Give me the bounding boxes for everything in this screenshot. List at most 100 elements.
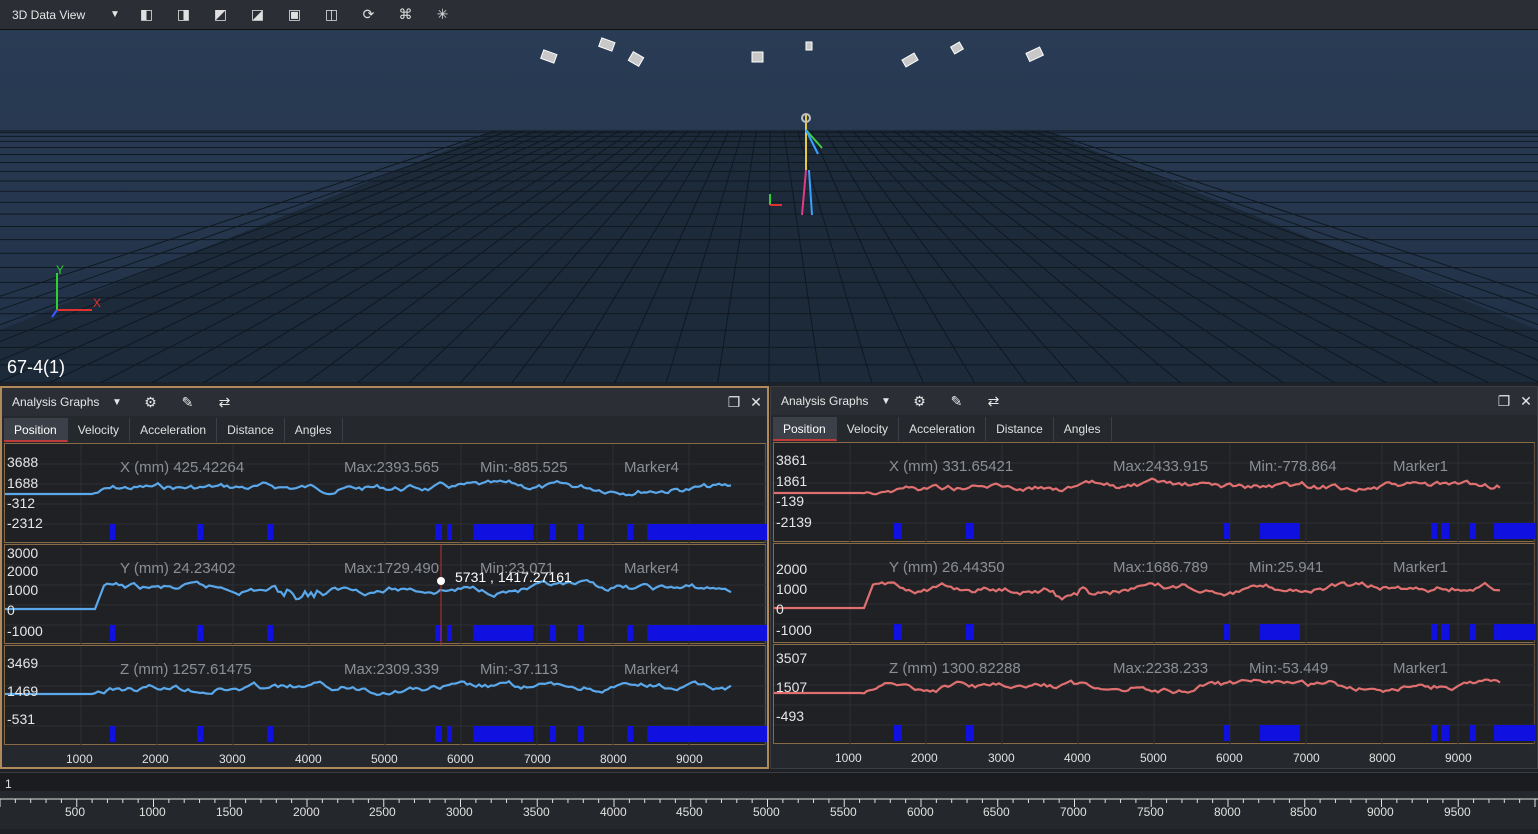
cameras-icon[interactable]: ⌘	[387, 0, 424, 30]
chevron-down-icon[interactable]: ▼	[112, 397, 132, 408]
gap-bar	[578, 625, 584, 641]
tab-position[interactable]: Position	[4, 418, 68, 442]
reset-view-icon[interactable]: ⟳	[350, 0, 387, 30]
y-tick: 1861	[776, 473, 807, 489]
graph-x[interactable]: X (mm) 331.65421 Max:2433.915 Min:-778.8…	[773, 442, 1535, 542]
timeline-tick: 8500	[1290, 805, 1317, 819]
y-tick: 3861	[776, 452, 807, 468]
3d-viewport[interactable]: Y X 67-4(1)	[0, 30, 1538, 383]
settings-gear-icon[interactable]: ⚙	[901, 393, 938, 410]
gap-bar	[1260, 523, 1300, 539]
camera-icon	[806, 42, 812, 50]
x-tick: 3000	[988, 751, 1015, 765]
x-tick: 9000	[676, 752, 703, 766]
y-tick: 1507	[776, 679, 807, 695]
timeline-tick: 7500	[1137, 805, 1164, 819]
y-tick: -139	[776, 493, 804, 509]
gap-bar	[197, 726, 203, 742]
y-tick: -2312	[7, 515, 43, 531]
tab-velocity[interactable]: Velocity	[837, 417, 899, 441]
cube-left-icon[interactable]: ▣	[276, 0, 313, 30]
x-tick: 6000	[1216, 751, 1243, 765]
undock-icon[interactable]: ❐	[723, 394, 745, 411]
y-tick: -493	[776, 708, 804, 724]
gap-bar	[550, 726, 556, 742]
gap-bar	[578, 524, 584, 540]
x-tick: 4000	[295, 752, 322, 766]
timeline-tick: 1500	[216, 805, 243, 819]
cube-side-icon[interactable]: ◨	[165, 0, 202, 30]
edit-pen-icon[interactable]: ✎	[169, 394, 206, 411]
cube-back-icon[interactable]: ◫	[313, 0, 350, 30]
gap-bar	[473, 726, 533, 742]
tab-velocity[interactable]: Velocity	[68, 418, 130, 442]
tab-angles[interactable]: Angles	[1054, 417, 1112, 441]
close-icon[interactable]: ✕	[1515, 393, 1537, 410]
gap-bar	[578, 726, 584, 742]
sync-icon[interactable]: ⇄	[206, 394, 243, 411]
tab-distance[interactable]: Distance	[217, 418, 285, 442]
timeline-tick: 9000	[1367, 805, 1394, 819]
panel-tabs: Position Velocity Acceleration Distance …	[773, 417, 1112, 441]
gap-bar	[110, 625, 115, 641]
close-icon[interactable]: ✕	[745, 394, 767, 411]
timeline-tick: 7000	[1060, 805, 1087, 819]
camera-icon	[902, 53, 918, 67]
undock-icon[interactable]: ❐	[1493, 393, 1515, 410]
gap-bar	[1494, 725, 1536, 741]
graph-marker: Marker4	[624, 661, 679, 678]
gap-bar	[550, 524, 556, 540]
graph-max: Max:2433.915	[1113, 458, 1208, 475]
cube-top-icon[interactable]: ◩	[202, 0, 239, 30]
camera-icon	[752, 52, 763, 62]
timeline-ruler[interactable]: 500 1000 1500 2000 2500 3000 3500 4000 4…	[0, 791, 1538, 829]
gap-bar	[267, 524, 273, 540]
timeline[interactable]: 1 500 1000 1500 2000 2500 3000 3500 4000…	[0, 772, 1538, 828]
sync-icon[interactable]: ⇄	[975, 393, 1012, 410]
timeline-tick: 1000	[139, 805, 166, 819]
series-line	[5, 481, 731, 496]
gap-bar	[1441, 624, 1449, 640]
panel-title[interactable]: Analysis Graphs	[12, 395, 112, 409]
graph-x[interactable]: X (mm) 425.42264 Max:2393.565 Min:-885.5…	[4, 443, 766, 543]
y-tick: -2139	[776, 514, 812, 530]
chevron-down-icon[interactable]: ▼	[881, 396, 901, 407]
y-tick: -312	[7, 495, 35, 511]
panel-title-bar: Analysis Graphs ▼ ⚙ ✎ ⇄ ❐ ✕	[2, 388, 767, 416]
gap-bar	[966, 725, 974, 741]
graph-z[interactable]: Z (mm) 1257.61475 Max:2309.339 Min:-37.1…	[4, 645, 766, 745]
graph-y[interactable]: Y (mm) 26.44350 Max:1686.789 Min:25.941 …	[773, 543, 1535, 643]
panel-title[interactable]: Analysis Graphs	[781, 394, 881, 408]
graph-min: Min:-778.864	[1249, 458, 1337, 475]
camera-icon	[541, 50, 557, 63]
graph-marker: Marker1	[1393, 559, 1448, 576]
gap-bar	[966, 624, 974, 640]
markers-icon[interactable]: ✳	[424, 0, 461, 30]
graph-max: Max:2309.339	[344, 661, 439, 678]
cube-front-icon[interactable]: ◧	[128, 0, 165, 30]
tab-distance[interactable]: Distance	[986, 417, 1054, 441]
graph-label: Y (mm) 26.44350	[889, 559, 1005, 576]
graph-z[interactable]: Z (mm) 1300.82288 Max:2238.233 Min:-53.4…	[773, 644, 1535, 744]
gap-bar	[447, 524, 452, 540]
tab-acceleration[interactable]: Acceleration	[899, 417, 986, 441]
tab-acceleration[interactable]: Acceleration	[130, 418, 217, 442]
x-tick: 2000	[911, 751, 938, 765]
graph-min: Min:-53.449	[1249, 660, 1328, 677]
view-selector-label[interactable]: 3D Data View	[12, 8, 102, 22]
gap-bar	[627, 524, 633, 540]
chevron-down-icon[interactable]: ▼	[102, 9, 128, 20]
tab-angles[interactable]: Angles	[285, 418, 343, 442]
y-tick: 3507	[776, 650, 807, 666]
graph-y[interactable]: Y (mm) 24.23402 Max:1729.490 Min:23.071 …	[4, 544, 766, 644]
timeline-tick: 8000	[1214, 805, 1241, 819]
camera-icon	[1026, 47, 1043, 61]
graph-marker: Marker1	[1393, 660, 1448, 677]
tab-position[interactable]: Position	[773, 417, 837, 441]
timeline-tick: 3000	[446, 805, 473, 819]
gap-bar	[435, 524, 442, 540]
settings-gear-icon[interactable]: ⚙	[132, 394, 169, 411]
cube-iso-icon[interactable]: ◪	[239, 0, 276, 30]
edit-pen-icon[interactable]: ✎	[938, 393, 975, 410]
axis-y-label: Y	[56, 263, 64, 277]
